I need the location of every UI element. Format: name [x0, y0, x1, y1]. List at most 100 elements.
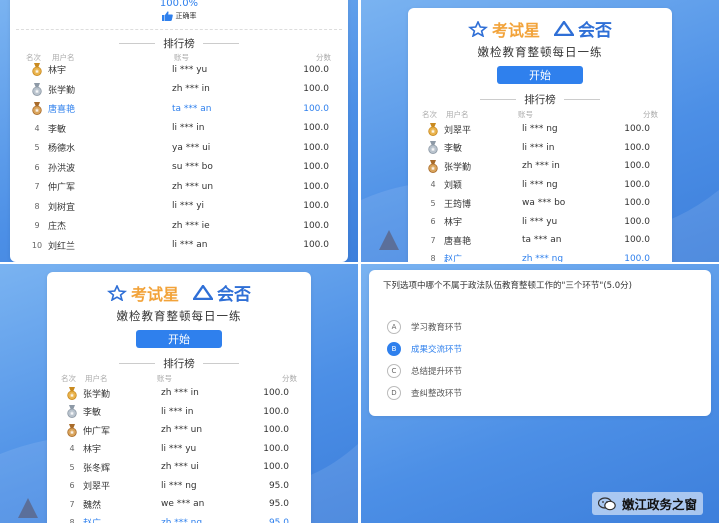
row-rank [61, 405, 83, 419]
table-row: 8 赵广zh *** ng 95.0 [61, 514, 297, 523]
row-account: ya *** ui [172, 142, 211, 153]
row-account: li *** in [172, 123, 205, 134]
start-button[interactable]: 开始 [497, 66, 583, 84]
header-rank: 名次 [61, 374, 76, 383]
option-text: 学习教育环节 [411, 323, 463, 333]
bronze-medal-icon [32, 102, 42, 116]
start-card: 考试星 会否 嫩检教育整顿每日一练 开始 排行榜 名次 用户名 账号 分数 刘翠… [408, 8, 672, 262]
row-account: li *** yu [522, 216, 558, 227]
row-score: 100.0 [303, 123, 329, 134]
row-account: li *** ng [161, 480, 197, 491]
row-rank: 4 [34, 123, 40, 133]
row-username: 王筠博 [444, 199, 472, 210]
title-line-right [202, 43, 239, 44]
row-rank: 7 [34, 182, 40, 192]
table-row: 7 仲广军 zh *** un 100.0 [26, 177, 331, 197]
exam-subtitle: 嫩检教育整顿每日一练 [116, 309, 242, 323]
row-rank: 9 [34, 221, 40, 231]
row-score: 100.0 [303, 142, 329, 153]
title-line-right [563, 99, 600, 100]
row-score: 100.0 [624, 216, 650, 227]
title-line-right [202, 363, 239, 364]
row-rank: 8 [34, 201, 40, 211]
row-username: 李敏 [83, 408, 102, 419]
row-account: li *** an [172, 240, 208, 251]
row-rank [422, 122, 444, 136]
row-rank: 5 [430, 198, 436, 208]
row-score: 95.0 [268, 517, 289, 523]
option-d[interactable]: D 查纠整改环节 [387, 382, 462, 404]
panel-start-leaderboard-2: 考试星 会否 嫩检教育整顿每日一练 开始 排行榜 名次 用户名 账号 分数 张学… [0, 264, 358, 523]
row-rank: 10 [31, 240, 43, 250]
row-score: 100.0 [263, 406, 289, 417]
row-rank: 6 [34, 162, 40, 172]
row-score: 100.0 [624, 161, 650, 172]
row-username: 唐喜艳 [444, 236, 472, 247]
ranking-title: 排行榜 [163, 38, 195, 50]
logo-row: 考试星 会否 [47, 280, 311, 305]
row-account: zh *** ui [161, 462, 199, 473]
logo-left-text: 考试星 [130, 284, 179, 304]
row-account: we *** an [161, 499, 205, 510]
logo-right-text: 会否 [217, 285, 251, 305]
row-account: ta *** an [172, 103, 212, 114]
row-account: zh *** in [161, 388, 199, 399]
option-letter-badge: D [387, 386, 401, 400]
row-rank [61, 423, 83, 437]
row-username: 张冬辉 [83, 463, 111, 474]
row-username: 刘树宜 [48, 202, 76, 213]
leaderboard-rows: 张学勤 zh *** in 100.0 李敏 li *** in 100.0 仲广军 zh *… [61, 384, 297, 523]
huifou-logo: 会否 [193, 280, 251, 305]
row-score: 100.0 [624, 235, 650, 246]
row-account: zh *** ie [172, 220, 210, 231]
triangle-logo-icon [554, 21, 574, 36]
silver-medal-icon [32, 82, 42, 96]
wechat-icon [597, 496, 616, 510]
table-row: 李敏 li *** in 100.0 [422, 139, 658, 158]
kaoshixing-logo: 考试星 [106, 281, 179, 305]
table-row: 李敏 li *** in 100.0 [61, 403, 297, 422]
row-rank: 6 [430, 217, 436, 227]
option-letter-badge: A [387, 320, 401, 334]
row-username: 魏然 [83, 500, 102, 511]
silver-medal-icon [67, 405, 77, 419]
ranking-title-row: 排行榜 [47, 356, 311, 371]
row-account: li *** ng [522, 124, 558, 135]
option-letter-badge: B [387, 342, 401, 356]
header-name: 用户名 [85, 374, 108, 383]
row-username: 庄杰 [48, 222, 67, 233]
start-button[interactable]: 开始 [136, 330, 222, 348]
leaderboard-rows: 林宇 li *** yu 100.0 张学勤 zh *** in 100.0 唐喜艳 ta *… [26, 60, 331, 255]
option-letter-badge: C [387, 364, 401, 378]
header-name: 用户名 [446, 110, 469, 119]
option-c[interactable]: C 总结提升环节 [387, 360, 462, 382]
row-rank [422, 141, 444, 155]
ranking-title-row: 排行榜 [408, 92, 672, 107]
table-row: 6 孙洪波 su *** bo 100.0 [26, 158, 331, 178]
silver-medal-icon [428, 141, 438, 155]
table-row: 6 刘翠平 li *** ng 95.0 [61, 477, 297, 496]
option-text: 成果交流环节 [411, 345, 463, 355]
row-username: 刘红兰 [48, 241, 76, 252]
start-card: 考试星 会否 嫩检教育整顿每日一练 开始 排行榜 名次 用户名 账号 分数 张学… [47, 272, 311, 523]
row-username: 林宇 [83, 445, 102, 456]
table-row: 8 刘树宜 li *** yi 100.0 [26, 197, 331, 217]
table-header: 名次 用户名 账号 分数 [61, 373, 297, 384]
option-b[interactable]: B 成果交流环节 [387, 338, 462, 360]
panel-result-leaderboard: 100.0% 正确率 排行榜 名次 用户名 账号 分数 林宇 li *** yu 1… [0, 0, 358, 262]
kaoshixing-logo: 考试星 [467, 17, 540, 41]
title-line-left [119, 43, 156, 44]
row-rank [26, 63, 48, 77]
logo-row: 考试星 会否 [408, 16, 672, 41]
ranking-title: 排行榜 [524, 94, 556, 106]
table-row: 4 林宇 li *** yu 100.0 [61, 440, 297, 459]
table-row: 张学勤 zh *** in 100.0 [61, 384, 297, 403]
table-row: 仲广军 zh *** un 100.0 [61, 421, 297, 440]
star-icon [467, 20, 488, 37]
row-account: li *** in [522, 142, 555, 153]
option-text: 查纠整改环节 [411, 389, 463, 399]
option-a[interactable]: A 学习教育环节 [387, 316, 462, 338]
row-score: 95.0 [268, 480, 289, 491]
header-score: 分数 [643, 110, 658, 119]
thumbs-up-icon [161, 11, 173, 21]
